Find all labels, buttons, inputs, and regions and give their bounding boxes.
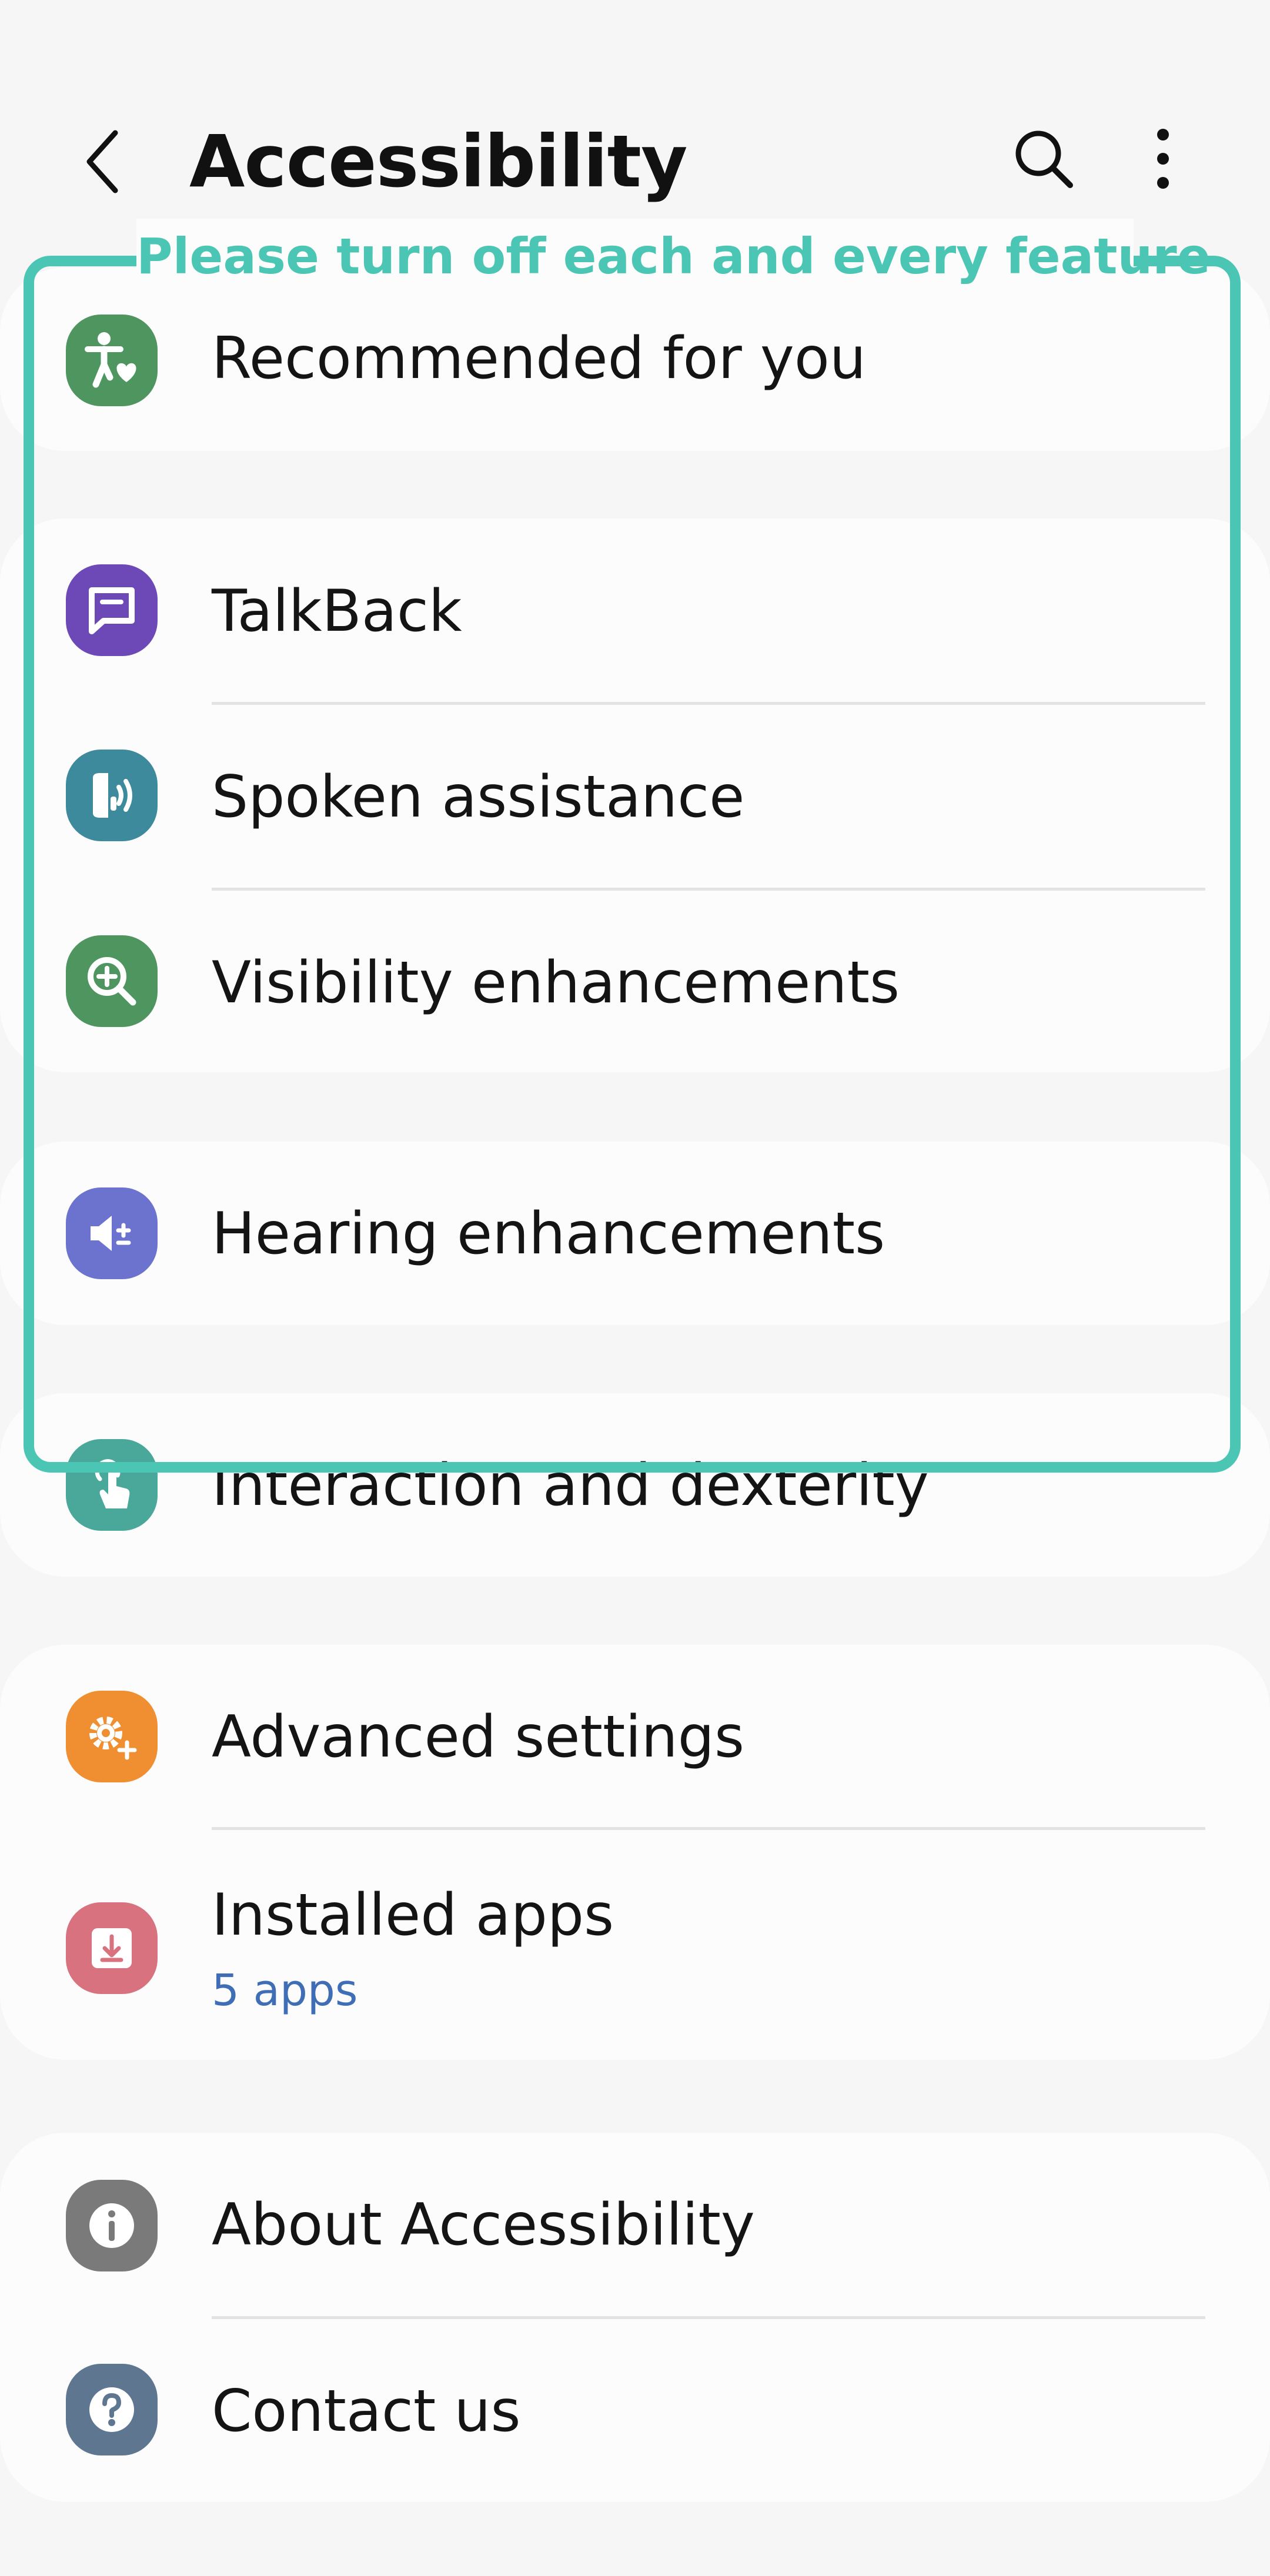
list-item-installed-apps[interactable]: Installed apps 5 apps: [0, 1830, 1270, 2060]
chevron-left-icon: [86, 130, 118, 193]
instruction-banner: Please turn off each and every feature: [136, 219, 1211, 294]
search-icon: [1015, 131, 1073, 188]
gear-plus-icon: [66, 1691, 158, 1782]
installed-apps-count: 5 apps: [212, 1965, 358, 2016]
list-item-advanced-settings[interactable]: Advanced settings: [0, 1645, 1270, 1828]
list-item-label: About Accessibility: [212, 2192, 755, 2259]
more-options-button[interactable]: [1128, 121, 1198, 197]
list-item-about-accessibility[interactable]: About Accessibility: [0, 2133, 1270, 2319]
page-title: Accessibility: [189, 120, 687, 203]
back-button[interactable]: [71, 123, 135, 200]
question-icon: [66, 2364, 158, 2455]
highlight-frame: [24, 256, 1241, 1473]
list-item-label: Advanced settings: [212, 1704, 745, 1771]
list-item-label: Contact us: [212, 2378, 521, 2445]
list-item-contact-us[interactable]: Contact us: [0, 2319, 1270, 2502]
search-button[interactable]: [1005, 121, 1082, 197]
download-tray-icon: [66, 1902, 158, 1994]
info-icon: [66, 2180, 158, 2271]
more-vertical-icon: [1157, 129, 1169, 189]
list-item-label: Installed apps: [212, 1882, 614, 1949]
